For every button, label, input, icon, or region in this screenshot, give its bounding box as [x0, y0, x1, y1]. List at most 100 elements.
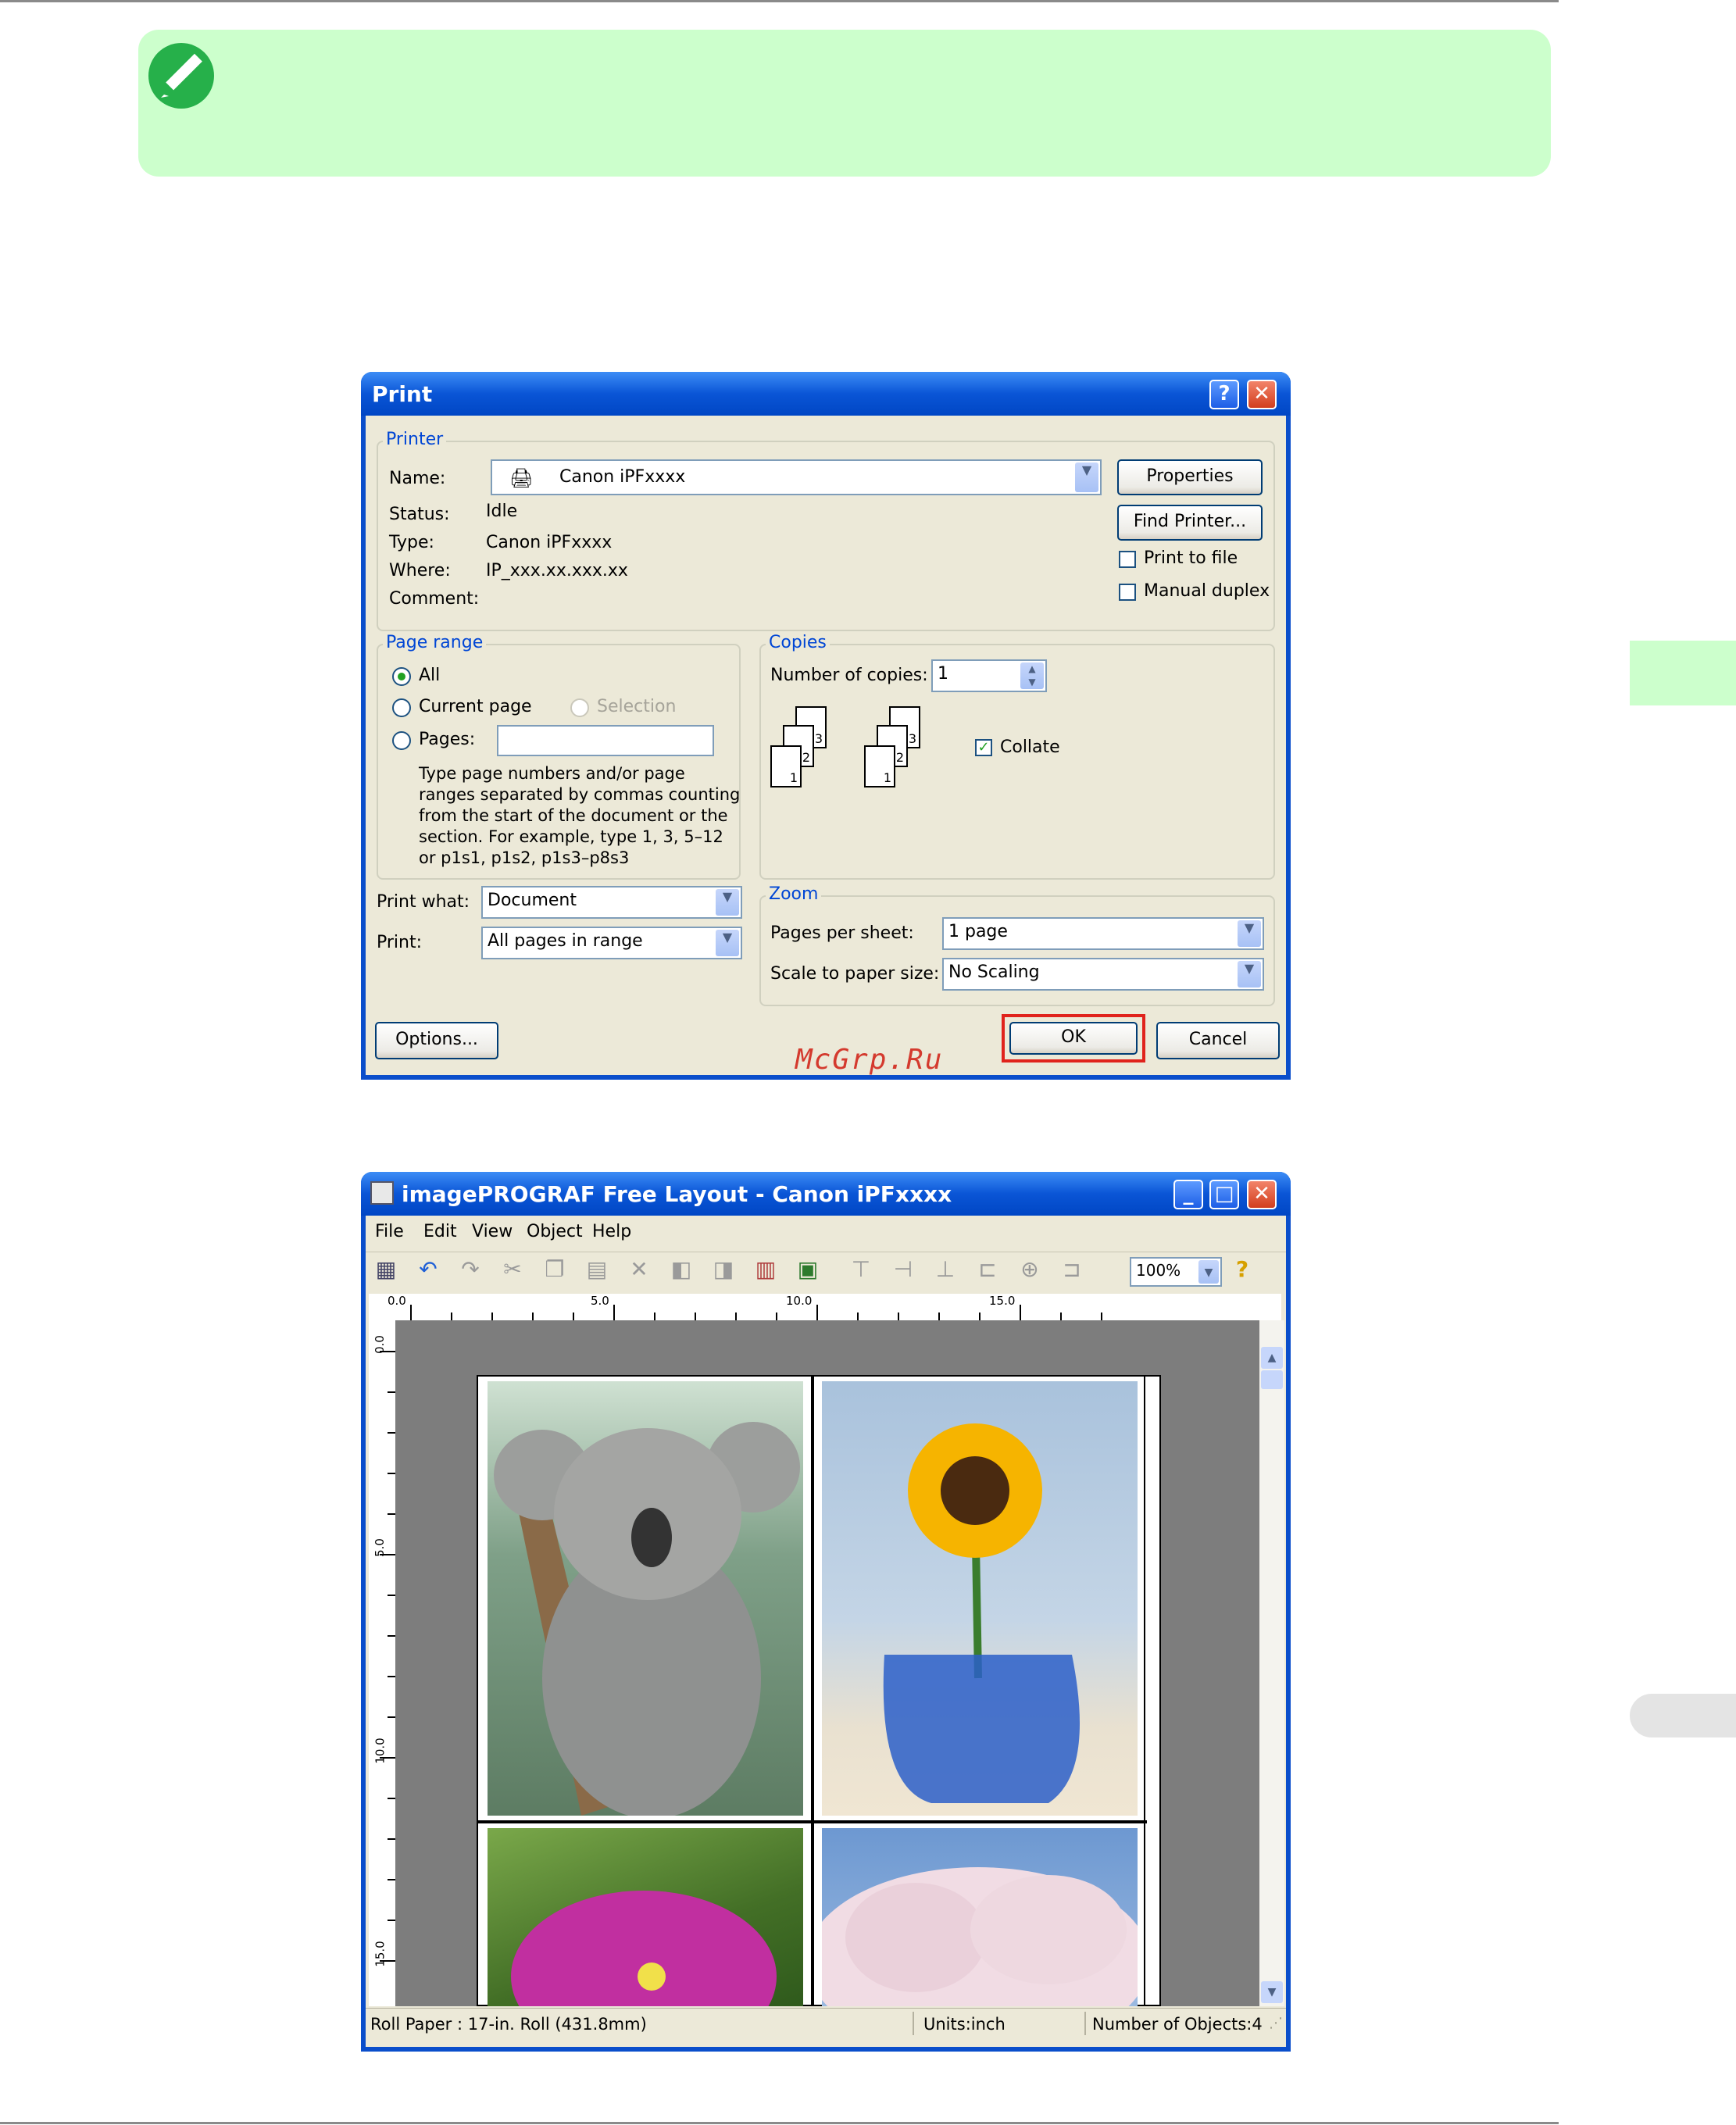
align-center-icon[interactable]: ⊕	[1016, 1255, 1044, 1284]
scale-to-paper-value: No Scaling	[948, 962, 1040, 982]
scroll-down-button[interactable]: ▼	[1261, 1981, 1283, 2003]
resize-grip-icon[interactable]: ⋰	[1269, 2015, 1283, 2031]
note-box	[138, 30, 1551, 177]
chevron-down-icon[interactable]: ▼	[716, 889, 739, 916]
comment-label: Comment:	[389, 589, 480, 609]
maximize-button[interactable]: □	[1209, 1180, 1239, 1209]
print-select[interactable]: All pages in range ▼	[481, 927, 742, 959]
layout-guide-horizontal	[477, 1820, 1147, 1823]
zoom-select[interactable]: 100% ▼	[1130, 1257, 1222, 1287]
page-top-rule	[0, 0, 1559, 2]
sunflower-photo[interactable]	[822, 1381, 1138, 1816]
range-all-radio[interactable]	[392, 667, 411, 686]
range-pages-label: Pages:	[419, 730, 476, 749]
koala-photo[interactable]	[488, 1381, 803, 1816]
pencil-note-icon	[148, 43, 214, 109]
status-paper: Roll Paper : 17-in. Roll (431.8mm)	[370, 2015, 647, 2034]
free-layout-window: imagePROGRAF Free Layout - Canon iPFxxxx…	[361, 1172, 1291, 2052]
image-icon[interactable]: ▣	[794, 1255, 822, 1284]
arrange-icon[interactable]: ▥	[752, 1255, 780, 1284]
options-button[interactable]: Options...	[375, 1022, 498, 1059]
status-bar: Roll Paper : 17-in. Roll (431.8mm) Units…	[366, 2008, 1286, 2047]
page-icon: 1	[770, 745, 802, 788]
menu-file[interactable]: File	[375, 1222, 404, 1241]
align-left-icon[interactable]: ⊏	[973, 1255, 1002, 1284]
close-button[interactable]: ✕	[1247, 1180, 1277, 1209]
properties-button[interactable]: Properties	[1117, 459, 1263, 495]
print-dialog-body: Printer Name: 🖨 Canon iPFxxxx ▼ Status: …	[366, 416, 1286, 1075]
ruler-h-label: 5.0	[591, 1294, 609, 1308]
pages-per-sheet-label: Pages per sheet:	[770, 923, 914, 943]
range-selection-radio[interactable]	[570, 698, 589, 717]
undo-icon[interactable]: ↶	[414, 1255, 442, 1284]
ok-button[interactable]: OK	[1009, 1022, 1138, 1055]
bougainvillea-photo[interactable]	[488, 1828, 803, 2006]
printer-name-select[interactable]: 🖨 Canon iPFxxxx ▼	[491, 459, 1102, 495]
align-top-icon[interactable]: ⊤	[847, 1255, 875, 1284]
chevron-down-icon[interactable]: ▼	[1198, 1260, 1219, 1284]
minimize-button[interactable]: _	[1173, 1180, 1203, 1209]
find-printer-button[interactable]: Find Printer...	[1117, 505, 1263, 541]
number-of-copies-label: Number of copies:	[770, 666, 928, 685]
range-current-page-radio[interactable]	[392, 698, 411, 717]
range-all-label: All	[419, 666, 441, 685]
horizontal-ruler: 0.0 5.0 10.0 15.0	[388, 1294, 1281, 1321]
range-current-page-label: Current page	[419, 697, 532, 716]
pages-input[interactable]	[497, 725, 714, 756]
status-value: Idle	[486, 502, 518, 521]
scale-to-paper-select[interactable]: No Scaling ▼	[942, 958, 1264, 991]
window-title: imagePROGRAF Free Layout - Canon iPFxxxx	[402, 1181, 952, 1207]
chevron-down-icon[interactable]: ▼	[1075, 462, 1098, 492]
scroll-thumb[interactable]	[1261, 1370, 1283, 1389]
close-button[interactable]: ✕	[1247, 380, 1277, 409]
help-icon[interactable]: ?	[1228, 1255, 1256, 1284]
page-range-group-label: Page range	[383, 633, 487, 652]
print-dialog-titlebar: Print ? ✕	[361, 372, 1291, 416]
align-middle-icon[interactable]: ⊣	[889, 1255, 917, 1284]
bring-front-icon[interactable]: ◧	[667, 1255, 695, 1284]
manual-duplex-checkbox[interactable]	[1119, 584, 1136, 601]
printer-icon[interactable]: ▦	[372, 1255, 400, 1284]
align-bottom-icon[interactable]: ⊥	[931, 1255, 959, 1284]
delete-icon[interactable]: ✕	[625, 1255, 653, 1284]
cut-icon[interactable]: ✂	[498, 1255, 527, 1284]
scroll-up-button[interactable]: ▲	[1261, 1347, 1283, 1369]
menu-help[interactable]: Help	[592, 1222, 631, 1241]
status-divider	[1084, 2012, 1086, 2035]
send-back-icon[interactable]: ◨	[709, 1255, 738, 1284]
help-button[interactable]: ?	[1209, 380, 1239, 409]
cancel-button[interactable]: Cancel	[1156, 1022, 1280, 1059]
copy-icon[interactable]: ❐	[541, 1255, 569, 1284]
watermark-text: McGrp.Ru	[795, 1044, 944, 1076]
print-dialog: Print ? ✕ Printer Name: 🖨 Canon iPFxxxx …	[361, 372, 1291, 1080]
pages-per-sheet-select[interactable]: 1 page ▼	[942, 917, 1264, 950]
menu-view[interactable]: View	[472, 1222, 513, 1241]
printer-group-label: Printer	[383, 430, 447, 449]
vertical-ruler: 0.0 5.0 10.0 15.0	[369, 1320, 396, 2006]
layout-guide-vertical	[811, 1375, 814, 2006]
copies-value: 1	[938, 664, 948, 684]
vertical-scrollbar[interactable]: ▲ ▼	[1259, 1320, 1284, 2006]
redo-icon[interactable]: ↷	[456, 1255, 484, 1284]
chevron-down-icon[interactable]: ▼	[716, 930, 739, 956]
chevron-down-icon[interactable]: ▼	[1238, 961, 1261, 988]
zoom-group-label: Zoom	[766, 884, 822, 904]
copies-input[interactable]: 1 ▲ ▼	[931, 659, 1047, 692]
cherry-blossom-photo[interactable]	[822, 1828, 1138, 2006]
collate-checkbox[interactable]: ✓	[975, 739, 992, 756]
layout-canvas[interactable]	[395, 1320, 1281, 2006]
ruler-h-label: 10.0	[786, 1294, 813, 1308]
menu-object[interactable]: Object	[527, 1222, 583, 1241]
range-pages-radio[interactable]	[392, 731, 411, 750]
spin-updown-icon[interactable]: ▲ ▼	[1020, 662, 1044, 689]
menu-edit[interactable]: Edit	[423, 1222, 457, 1241]
print-what-select[interactable]: Document ▼	[481, 886, 742, 919]
ruler-v-label: 5.0	[372, 1538, 387, 1557]
ruler-h-label: 15.0	[989, 1294, 1016, 1308]
paste-icon[interactable]: ▤	[583, 1255, 611, 1284]
print-to-file-checkbox[interactable]	[1119, 551, 1136, 568]
chevron-down-icon[interactable]: ▼	[1238, 920, 1261, 947]
pages-per-sheet-value: 1 page	[948, 922, 1008, 941]
print-to-file-label: Print to file	[1144, 548, 1238, 568]
align-right-icon[interactable]: ⊐	[1058, 1255, 1086, 1284]
